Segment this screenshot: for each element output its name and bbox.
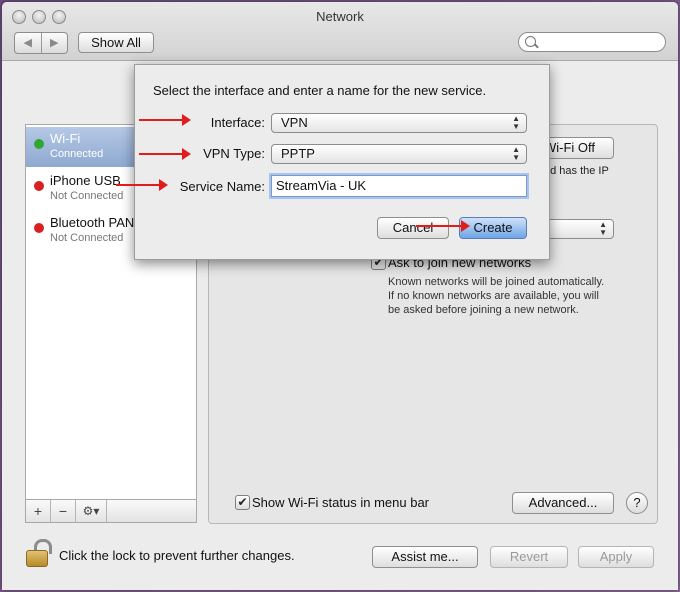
service-name: Wi-Fi: [50, 131, 81, 146]
popup-arrows-icon: ▲ ▼: [512, 145, 520, 162]
help-button[interactable]: ?: [626, 492, 648, 514]
gear-icon[interactable]: ⚙▾: [76, 500, 107, 522]
service-status: Not Connected: [50, 190, 124, 202]
annotation-arrow-icon: [416, 220, 470, 232]
annotation-arrow-icon: [139, 148, 191, 160]
popup-arrows-icon: ▲ ▼: [599, 220, 607, 237]
network-name-popup[interactable]: ▲ ▼: [542, 219, 614, 239]
add-service-button[interactable]: +: [26, 500, 51, 522]
status-dot-icon: [34, 181, 44, 191]
interface-popup[interactable]: VPN ▲ ▼: [271, 113, 527, 133]
annotation-arrow-icon: [116, 179, 168, 191]
service-name-field[interactable]: StreamVia - UK: [271, 175, 527, 197]
lock-icon[interactable]: [26, 539, 52, 567]
annotation-arrow-icon: [139, 114, 191, 126]
lock-text: Click the lock to prevent further change…: [59, 548, 295, 563]
show-all-button[interactable]: Show All: [78, 32, 154, 53]
ask-to-join-description-2: If no known networks are available, you …: [388, 290, 599, 302]
revert-button[interactable]: Revert: [490, 546, 568, 568]
ask-to-join-description-1: Known networks will be joined automatica…: [388, 276, 605, 288]
advanced-button[interactable]: Advanced...: [512, 492, 614, 514]
status-dot-icon: [34, 139, 44, 149]
popup-arrows-icon: ▲ ▼: [512, 114, 520, 131]
service-name: iPhone USB: [50, 173, 121, 188]
new-service-sheet: Select the interface and enter a name fo…: [134, 64, 550, 260]
status-dot-icon: [34, 223, 44, 233]
remove-service-button[interactable]: −: [51, 500, 76, 522]
ask-to-join-description-3: be asked before joining a new network.: [388, 304, 579, 316]
back-button[interactable]: ◀: [15, 33, 42, 53]
apply-button[interactable]: Apply: [578, 546, 654, 568]
service-list-toolbar: + − ⚙▾: [25, 500, 197, 523]
title-bar: Network ◀ ▶ Show All: [2, 2, 678, 61]
show-status-checkbox[interactable]: ✔: [235, 495, 250, 510]
window-title: Network: [316, 9, 364, 24]
sheet-prompt: Select the interface and enter a name fo…: [153, 83, 487, 98]
search-icon: [525, 36, 536, 47]
service-name: Bluetooth PAN: [50, 215, 135, 230]
vpn-type-popup[interactable]: PPTP ▲ ▼: [271, 144, 527, 164]
service-status: Not Connected: [50, 232, 124, 244]
ip-status-text: nd has the IP: [544, 165, 609, 177]
cancel-button[interactable]: Cancel: [377, 217, 449, 239]
show-status-label: Show Wi-Fi status in menu bar: [252, 495, 430, 510]
network-preferences-window: Network ◀ ▶ Show All Wi-Fi Connected iPh…: [2, 2, 678, 590]
interface-value: VPN: [281, 115, 308, 130]
vpn-type-value: PPTP: [281, 146, 315, 161]
search-field[interactable]: [518, 32, 666, 52]
back-forward-control: ◀ ▶: [14, 32, 68, 54]
assist-me-button[interactable]: Assist me...: [372, 546, 478, 568]
service-status: Connected: [50, 148, 104, 160]
forward-button[interactable]: ▶: [42, 33, 68, 53]
interface-label: Interface:: [210, 115, 265, 130]
